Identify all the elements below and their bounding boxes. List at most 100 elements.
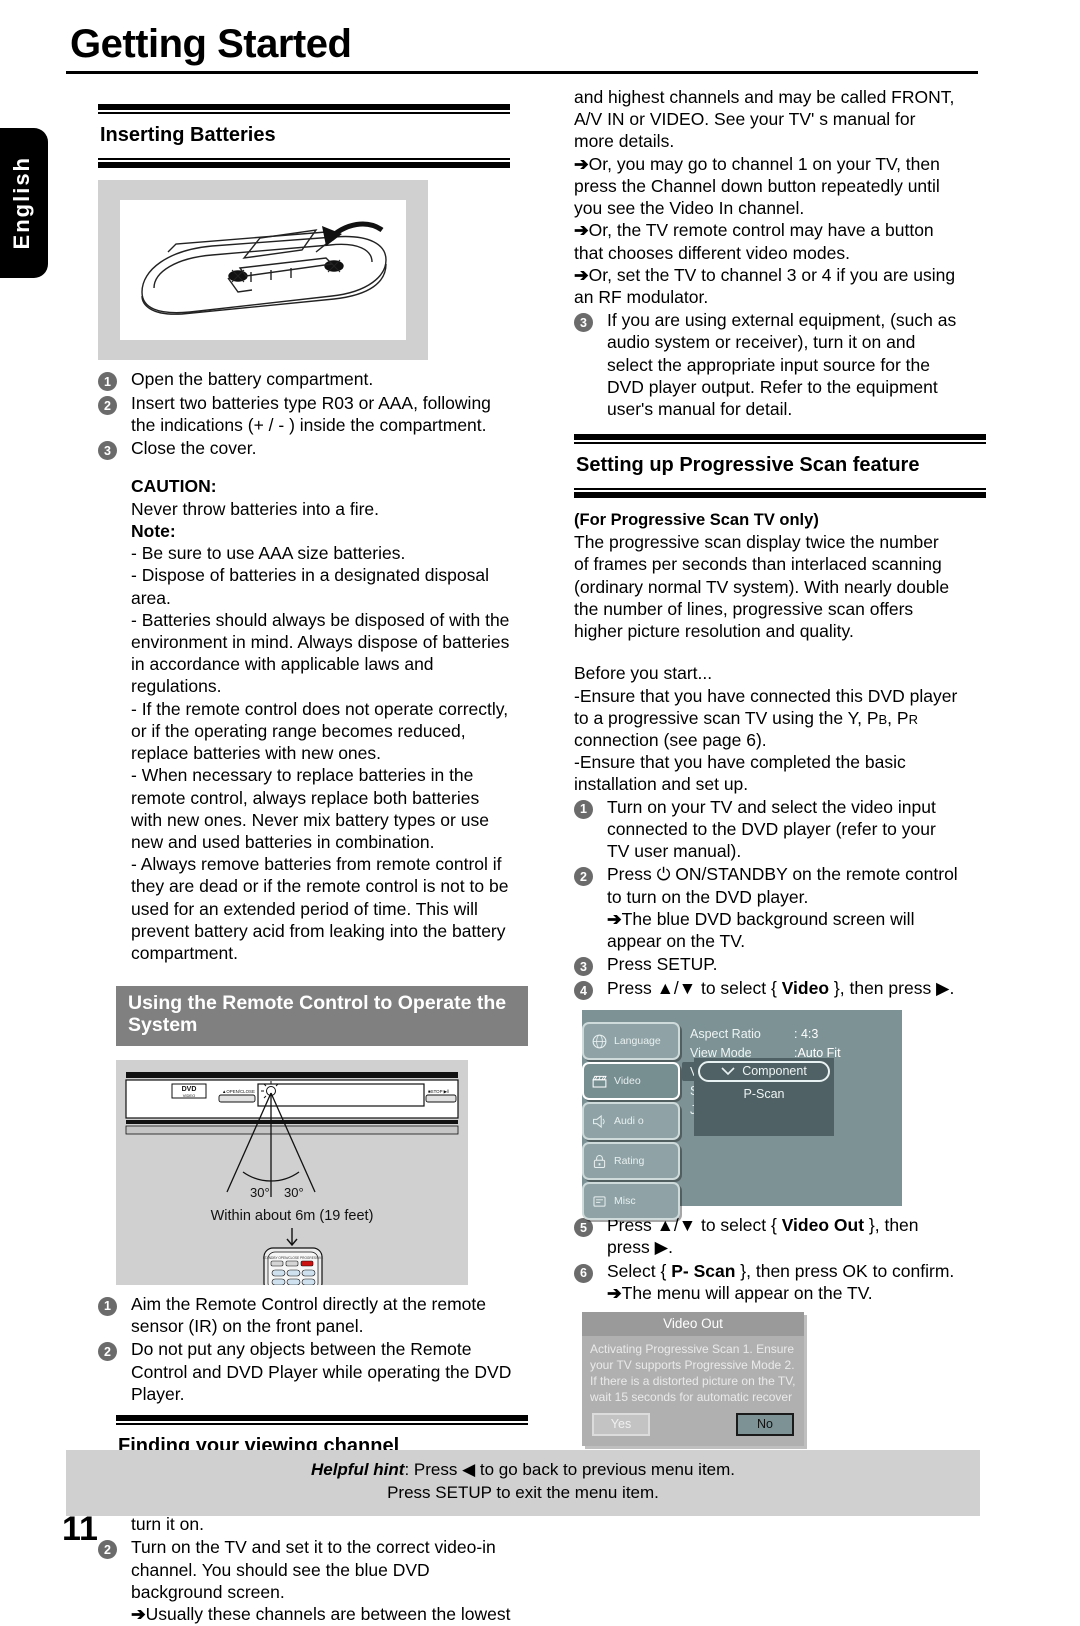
step-text-body: Turn on the TV and set it to the correct… bbox=[131, 1537, 496, 1602]
lock-icon bbox=[593, 1154, 606, 1168]
dialog-button-row: Yes No bbox=[582, 1410, 804, 1446]
step-number: 3 bbox=[574, 957, 593, 977]
heading-rule-top bbox=[98, 104, 510, 114]
hint-line-1: Helpful hint: Press ◀ to go back to prev… bbox=[310, 1460, 736, 1479]
sidebar-item-audio[interactable]: Audi o bbox=[582, 1102, 680, 1141]
heading-rule-bottom bbox=[574, 488, 986, 499]
arrow-icon: ➔ bbox=[607, 1282, 622, 1303]
arrow-icon: ➔ bbox=[574, 220, 589, 241]
angle-right-label: 30° bbox=[284, 1185, 304, 1200]
page-title: Getting Started bbox=[70, 22, 352, 66]
list-item: 2 Press ⏻ ON/STANDBY on the remote contr… bbox=[574, 863, 958, 952]
setup-menu-sidebar: Language Video Audi o Rating Misc bbox=[582, 1022, 680, 1222]
sidebar-item-label: Video bbox=[614, 1075, 641, 1088]
list-item: 2 Insert two batteries type R03 or AAA, … bbox=[98, 392, 512, 436]
progressive-scan-only-label: (For Progressive Scan TV only) bbox=[574, 511, 819, 530]
step-text: Aim the Remote Control directly at the r… bbox=[131, 1293, 487, 1337]
option-label: P-Scan bbox=[743, 1087, 785, 1102]
right-column: and highest channels and may be called F… bbox=[512, 86, 986, 1626]
step-text: Select { P- Scan }, then press OK to con… bbox=[607, 1260, 958, 1304]
step-arrow-note: ➔The blue DVD background screen will app… bbox=[607, 908, 915, 951]
dialog-body-text: Activating Progressive Scan 1. Ensure yo… bbox=[590, 1342, 796, 1404]
battery-steps-list: 1 Open the battery compartment. 2 Insert… bbox=[98, 368, 512, 461]
video-out-options-popup: Component P-Scan bbox=[694, 1058, 834, 1137]
step-text: Press ▲/▼ to select { Video }, then pres… bbox=[607, 978, 955, 999]
heading-text: Setting up Progressive Scan feature bbox=[576, 454, 920, 477]
yes-button[interactable]: Yes bbox=[592, 1412, 650, 1436]
list-item: 4 Press ▲/▼ to select { Video }, then pr… bbox=[574, 977, 958, 1001]
step-text: Press ⏻ ON/STANDBY on the remote control… bbox=[607, 863, 958, 952]
remote-range-figure: DVD VIDEO ▲OPEN/CLOSE ■STOP ▶‖ 30° 30° W… bbox=[116, 1059, 468, 1293]
sidebar-item-rating[interactable]: Rating bbox=[582, 1142, 680, 1181]
sidebar-item-label: Audi o bbox=[614, 1115, 644, 1128]
step-text: Do not put any objects between the Remot… bbox=[131, 1339, 512, 1404]
list-item: 3 If you are using external equipment, (… bbox=[574, 309, 958, 420]
continuation-paragraph: and highest channels and may be called F… bbox=[574, 87, 955, 152]
page-body: Getting Started Inserting Batteries 1 Op… bbox=[66, 0, 1080, 1624]
no-button[interactable]: No bbox=[736, 1412, 794, 1436]
step-number: 1 bbox=[98, 372, 117, 391]
pb-subscript: B bbox=[878, 711, 888, 727]
heading-rule-bottom bbox=[98, 158, 510, 168]
step-number: 6 bbox=[574, 1263, 593, 1283]
title-divider bbox=[66, 71, 978, 74]
progressive-scan-steps-continued: 5 Press ▲/▼ to select { Video Out }, the… bbox=[574, 1214, 958, 1304]
note-item: - Always remove batteries from remote co… bbox=[131, 854, 509, 964]
language-tab-label: English bbox=[9, 156, 34, 250]
step-number: 3 bbox=[98, 441, 117, 461]
sidebar-item-video[interactable]: Video bbox=[582, 1062, 680, 1101]
step-number: 4 bbox=[574, 981, 593, 1001]
arrow-icon: ➔ bbox=[574, 153, 589, 174]
angle-left-label: 30° bbox=[250, 1185, 270, 1200]
section-heading-progressive-scan: Setting up Progressive Scan feature bbox=[574, 434, 986, 499]
banner-using-remote-control: Using the Remote Control to Operate the … bbox=[116, 986, 528, 1046]
step-arrow-note: ➔Usually these channels are between the … bbox=[131, 1604, 511, 1625]
svg-text:■STOP ▶‖: ■STOP ▶‖ bbox=[428, 1089, 449, 1094]
sidebar-item-language[interactable]: Language bbox=[582, 1022, 680, 1061]
list-item: 2 Turn on the TV and set it to the corre… bbox=[98, 1536, 512, 1625]
step-arrow-note: ➔The menu will appear on the TV. bbox=[607, 1282, 873, 1303]
dialog-title: Video Out bbox=[582, 1312, 804, 1337]
sidebar-item-misc[interactable]: Misc bbox=[582, 1182, 680, 1221]
list-item: 1 Turn on your TV and select the video i… bbox=[574, 796, 958, 863]
step-text: Turn on the TV and set it to the correct… bbox=[131, 1536, 512, 1625]
section-heading-inserting-batteries: Inserting Batteries bbox=[98, 104, 510, 168]
heading-rule-top bbox=[116, 1415, 528, 1425]
progressive-scan-steps: 1 Turn on your TV and select the video i… bbox=[574, 796, 958, 1001]
step-text: If you are using external equipment, (su… bbox=[607, 310, 957, 420]
sidebar-item-label: Rating bbox=[614, 1155, 645, 1168]
caution-label: CAUTION: bbox=[131, 476, 217, 497]
progressive-scan-description: The progressive scan display twice the n… bbox=[574, 532, 950, 642]
step-number: 3 bbox=[574, 313, 593, 333]
setup-menu-screenshot: Language Video Audi o Rating Misc Aspect… bbox=[582, 1010, 902, 1221]
left-column: Inserting Batteries 1 Open the battery c… bbox=[66, 86, 528, 1626]
step-number: 2 bbox=[574, 867, 593, 887]
before-you-start-label: Before you start... bbox=[574, 663, 713, 684]
list-item: 1 Aim the Remote Control directly at the… bbox=[98, 1293, 512, 1337]
step-text-body: Press ⏻ ON/STANDBY on the remote control… bbox=[607, 864, 958, 907]
step-number: 2 bbox=[98, 1540, 117, 1560]
menu-row-aspect-ratio[interactable]: Aspect Ratio : 4:3 bbox=[682, 1024, 902, 1043]
speaker-icon bbox=[593, 1114, 605, 1128]
arrow-icon: ➔ bbox=[607, 908, 622, 929]
note-item: - Be sure to use AAA size batteries. bbox=[131, 543, 406, 564]
arrow-note: ➔Or, set the TV to channel 3 or 4 if you… bbox=[574, 264, 956, 307]
arrow-icon: ➔ bbox=[574, 264, 589, 285]
option-p-scan[interactable]: P-Scan bbox=[694, 1084, 834, 1105]
two-column-layout: Inserting Batteries 1 Open the battery c… bbox=[66, 86, 1080, 1626]
remote-steps-list: 1 Aim the Remote Control directly at the… bbox=[98, 1293, 512, 1405]
video-out-dialog: Video Out Activating Progressive Scan 1.… bbox=[582, 1312, 804, 1446]
step-text: Turn on your TV and select the video inp… bbox=[607, 796, 936, 862]
svg-text:STANDBY OPEN/CLOSE PROGRESSI: STANDBY OPEN/CLOSE PROGRESSIVE bbox=[263, 1256, 323, 1260]
svg-text:DVD: DVD bbox=[182, 1086, 197, 1093]
menu-row-key: Aspect Ratio bbox=[690, 1026, 761, 1041]
remote-battery-diagram-icon bbox=[141, 221, 387, 315]
menu-token-video: Video bbox=[781, 978, 830, 999]
step-text: Insert two batteries type R03 or AAA, fo… bbox=[131, 393, 491, 436]
step-number: 1 bbox=[98, 1296, 117, 1316]
option-component[interactable]: Component bbox=[698, 1061, 830, 1083]
option-label: Component bbox=[742, 1064, 807, 1079]
hint-label: Helpful hint bbox=[310, 1460, 405, 1479]
list-item: 6 Select { P- Scan }, then press OK to c… bbox=[574, 1260, 958, 1304]
note-item: - Batteries should always be disposed of… bbox=[131, 609, 510, 697]
